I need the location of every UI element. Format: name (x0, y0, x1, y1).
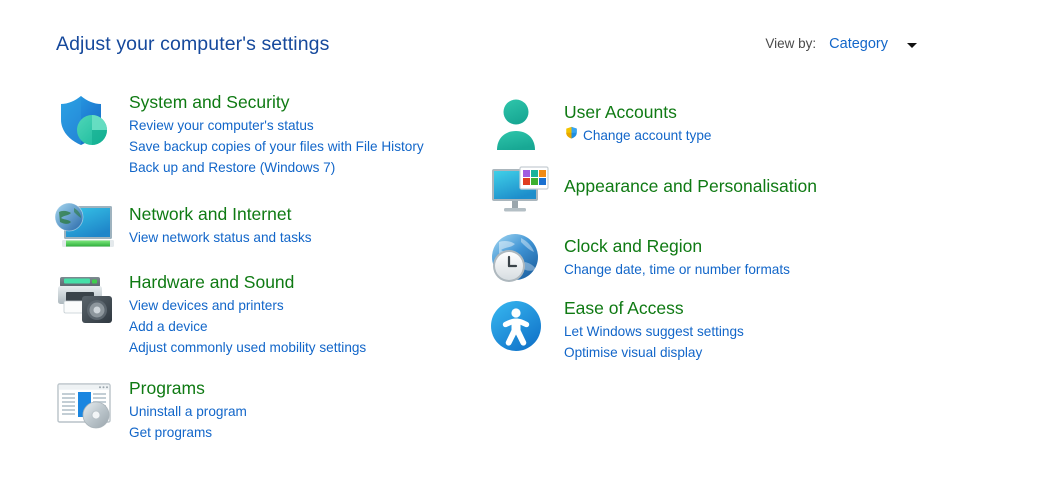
category-link[interactable]: Optimise visual display (564, 342, 744, 363)
shield-security-icon[interactable] (52, 92, 118, 148)
category-network-and-internet: Network and Internet View network status… (52, 200, 312, 248)
category-links: View network status and tasks (129, 227, 312, 248)
category-links: Review your computer's status Save backu… (129, 115, 424, 178)
category-user-accounts: User Accounts Change account type (487, 98, 711, 150)
control-panel-page: Adjust your computer's settings View by:… (0, 0, 1045, 503)
category-title[interactable]: Network and Internet (129, 204, 291, 225)
category-appearance-and-personalisation: Appearance and Personalisation (487, 164, 817, 212)
chevron-down-icon[interactable] (907, 43, 917, 48)
category-title[interactable]: Programs (129, 378, 205, 399)
category-link[interactable]: Add a device (129, 316, 366, 337)
view-by-select[interactable]: Category (829, 36, 888, 52)
category-title[interactable]: Hardware and Sound (129, 272, 294, 293)
printer-speaker-icon[interactable] (52, 272, 118, 328)
category-link[interactable]: View devices and printers (129, 295, 366, 316)
view-by-label: View by: (765, 36, 817, 51)
category-links: Change date, time or number formats (564, 259, 790, 280)
accessibility-person-icon[interactable] (487, 298, 553, 354)
network-globe-monitor-icon[interactable] (52, 200, 118, 256)
category-title[interactable]: User Accounts (564, 102, 677, 123)
category-link[interactable]: Uninstall a program (129, 401, 247, 422)
user-person-icon[interactable] (487, 98, 553, 154)
globe-clock-icon[interactable] (487, 232, 553, 288)
category-link[interactable]: Adjust commonly used mobility settings (129, 337, 366, 358)
category-link[interactable]: Get programs (129, 422, 247, 443)
category-system-and-security: System and Security Review your computer… (52, 92, 424, 178)
category-links: View devices and printers Add a device A… (129, 295, 366, 358)
view-by-control: View by: Category (765, 36, 917, 52)
category-programs: Programs Uninstall a program Get program… (52, 378, 247, 443)
category-link[interactable]: Save backup copies of your files with Fi… (129, 136, 424, 157)
category-links: Change account type (564, 125, 711, 146)
category-title[interactable]: System and Security (129, 92, 289, 113)
category-link-label: Change account type (583, 128, 712, 143)
category-links: Uninstall a program Get programs (129, 401, 247, 443)
category-link[interactable]: Change date, time or number formats (564, 259, 790, 280)
category-title[interactable]: Ease of Access (564, 298, 684, 319)
category-link-change-account-type[interactable]: Change account type (564, 125, 711, 146)
monitor-palette-icon[interactable] (487, 164, 553, 220)
category-ease-of-access: Ease of Access Let Windows suggest setti… (487, 298, 744, 363)
category-clock-and-region: Clock and Region Change date, time or nu… (487, 232, 790, 282)
category-title[interactable]: Appearance and Personalisation (564, 176, 817, 197)
category-title[interactable]: Clock and Region (564, 236, 702, 257)
category-link[interactable]: Review your computer's status (129, 115, 424, 136)
category-link[interactable]: Let Windows suggest settings (564, 321, 744, 342)
uac-shield-icon (564, 125, 579, 146)
category-links: Let Windows suggest settings Optimise vi… (564, 321, 744, 363)
category-link[interactable]: Back up and Restore (Windows 7) (129, 157, 424, 178)
category-hardware-and-sound: Hardware and Sound View devices and prin… (52, 272, 366, 358)
page-title: Adjust your computer's settings (56, 33, 330, 55)
category-link[interactable]: View network status and tasks (129, 227, 312, 248)
program-window-disc-icon[interactable] (52, 378, 118, 434)
